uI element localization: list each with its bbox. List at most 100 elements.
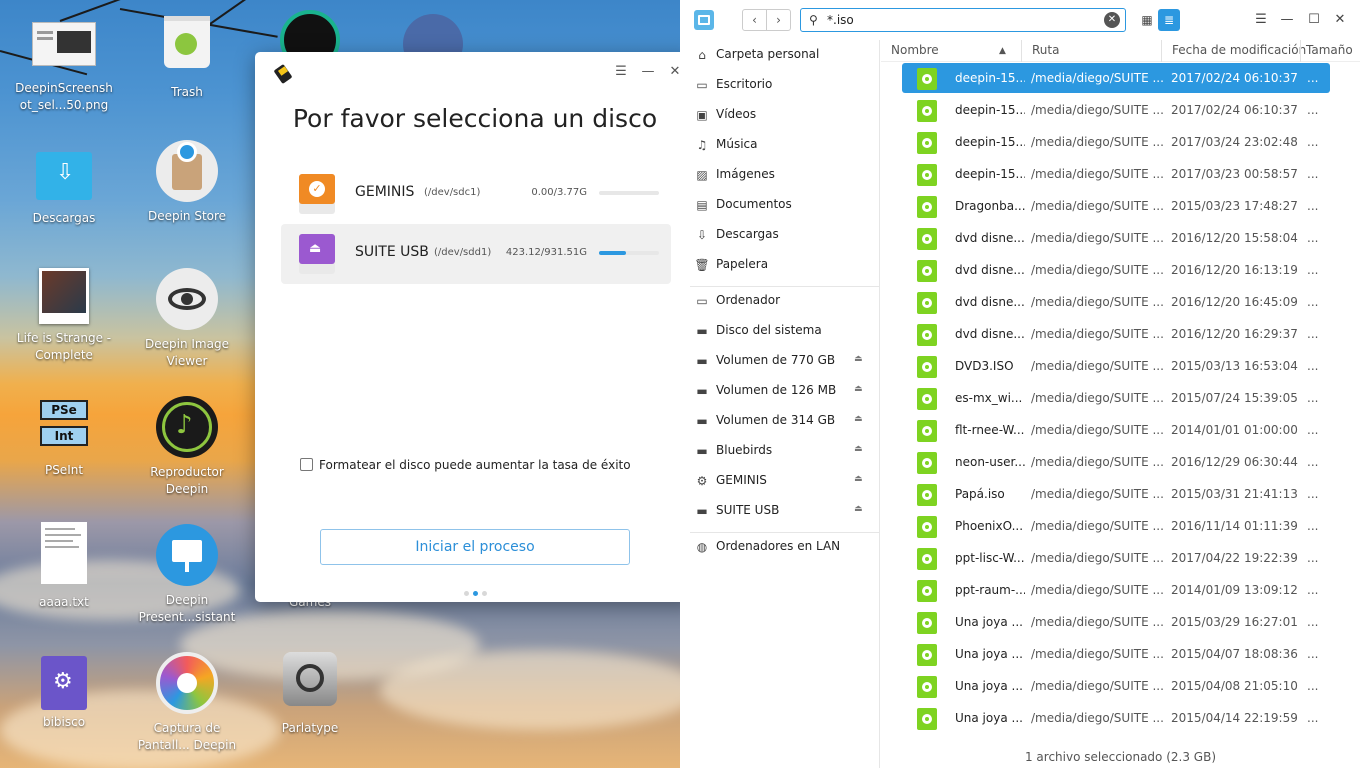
file-row[interactable]: deepin-15... /media/diego/SUITE ... 2017/0… bbox=[902, 63, 1330, 93]
desktop-icon-presentation-assistant[interactable]: Deepin Present...sistant bbox=[132, 524, 242, 626]
minimize-button[interactable]: — bbox=[1278, 11, 1296, 29]
file-row[interactable]: dvd disne... /media/diego/SUITE ... 2016/1… bbox=[902, 319, 1330, 349]
desktop-icon-pseint[interactable]: PSe Int PSeInt bbox=[9, 398, 119, 479]
sidebar-item-label: GEMINIS bbox=[716, 473, 767, 487]
clear-search-icon[interactable]: ✕ bbox=[1104, 12, 1120, 28]
forward-button[interactable]: › bbox=[766, 9, 791, 31]
eject-icon[interactable]: ⏏ bbox=[854, 444, 863, 454]
sidebar-item[interactable]: ▬ Volumen de 314 GB ⏏ bbox=[680, 406, 880, 436]
eject-icon[interactable]: ⏏ bbox=[854, 474, 863, 484]
column-size[interactable]: Tamaño bbox=[1306, 43, 1353, 57]
back-button[interactable]: ‹ bbox=[742, 9, 767, 31]
sidebar-item[interactable]: ▤ Documentos bbox=[680, 190, 880, 220]
eject-icon[interactable]: ⏏ bbox=[854, 504, 863, 514]
iso-file-icon bbox=[917, 196, 937, 218]
column-path[interactable]: Ruta bbox=[1032, 43, 1059, 57]
desktop-icon-image-viewer[interactable]: Deepin Image Viewer bbox=[132, 268, 242, 370]
file-row[interactable]: es-mx_wi... /media/diego/SUITE ... 2015/07… bbox=[902, 383, 1330, 413]
file-row[interactable]: Una joya ... /media/diego/SUITE ... 2015/0… bbox=[902, 607, 1330, 637]
file-row[interactable]: PhoenixO... /media/diego/SUITE ... 2016/11… bbox=[902, 511, 1330, 541]
menu-button[interactable]: ☰ bbox=[1252, 11, 1270, 29]
disk-item-suite-usb[interactable]: ⏏ SUITE USB (/dev/sdd1) 423.12/931.51G bbox=[281, 224, 671, 284]
file-path: /media/diego/SUITE ... bbox=[1031, 711, 1164, 725]
desktop-icon-label: aaaa.txt bbox=[39, 595, 89, 609]
sidebar-item[interactable]: ▬ SUITE USB ⏏ bbox=[680, 496, 880, 526]
file-row[interactable]: Una joya ... /media/diego/SUITE ... 2015/0… bbox=[902, 671, 1330, 701]
file-modified: 2015/04/08 21:05:10 bbox=[1171, 679, 1298, 693]
format-checkbox[interactable] bbox=[300, 458, 313, 471]
list-view-button[interactable]: ≣ bbox=[1158, 9, 1180, 31]
desktop-icon-aaaa-txt[interactable]: aaaa.txt bbox=[9, 522, 119, 611]
file-row[interactable]: ppt-lisc-W... /media/diego/SUITE ... 2017/… bbox=[902, 543, 1330, 573]
file-size: ... bbox=[1307, 167, 1319, 181]
file-row[interactable]: deepin-15... /media/diego/SUITE ... 2017/0… bbox=[902, 159, 1330, 189]
sidebar-item[interactable]: ▬ Volumen de 126 MB ⏏ bbox=[680, 376, 880, 406]
sidebar-item[interactable]: ▬ Disco del sistema bbox=[680, 316, 880, 346]
file-size: ... bbox=[1307, 263, 1319, 277]
desktop-icon-screenshot[interactable]: DeepinScreensh ot_sel...50.png bbox=[9, 16, 119, 114]
sidebar-item-label: Escritorio bbox=[716, 77, 773, 91]
eject-icon[interactable]: ⏏ bbox=[854, 384, 863, 394]
close-button[interactable]: ✕ bbox=[1331, 11, 1349, 29]
desktop-icon-music-player[interactable]: ♪ Reproductor Deepin bbox=[132, 396, 242, 498]
file-row[interactable]: dvd disne... /media/diego/SUITE ... 2016/1… bbox=[902, 287, 1330, 317]
desktop-icon-screen-capture[interactable]: Captura de Pantall... Deepin bbox=[132, 652, 242, 754]
home-icon: ⌂ bbox=[698, 48, 706, 62]
desktop-icon-life-is-strange[interactable]: Life is Strange - Complete bbox=[9, 268, 119, 364]
column-modified[interactable]: Fecha de modificación bbox=[1172, 43, 1306, 57]
sidebar-item[interactable]: 🗑 Papelera bbox=[680, 250, 880, 280]
start-process-button[interactable]: Iniciar el proceso bbox=[320, 529, 630, 565]
file-row[interactable]: DVD3.ISO/media/diego/SUITE ... 2015/03/13… bbox=[902, 351, 1330, 381]
desktop-icon-descargas[interactable]: ⇩ Descargas bbox=[9, 148, 119, 227]
sidebar-item[interactable]: ▨ Imágenes bbox=[680, 160, 880, 190]
search-input[interactable] bbox=[827, 12, 1097, 28]
menu-button[interactable]: ☰ bbox=[613, 64, 629, 80]
file-size: ... bbox=[1307, 71, 1319, 85]
column-divider[interactable] bbox=[1021, 40, 1022, 62]
desktop-icon-parlatype[interactable]: Parlatype bbox=[255, 652, 365, 737]
sidebar-item[interactable]: ⚙ GEMINIS ⏏ bbox=[680, 466, 880, 496]
icon-view-button[interactable]: ▦ bbox=[1136, 9, 1158, 31]
minimize-button[interactable]: — bbox=[640, 64, 656, 80]
column-name[interactable]: Nombre bbox=[891, 43, 939, 57]
desktop-icon-deepin-store[interactable]: Deepin Store bbox=[132, 140, 242, 225]
desktop-icon-bibisco[interactable]: ⚙ bibisco bbox=[9, 656, 119, 731]
file-row[interactable]: Dragonba... /media/diego/SUITE ... 2015/03… bbox=[902, 191, 1330, 221]
sidebar-item[interactable]: ⌂ Carpeta personal bbox=[680, 40, 880, 70]
eject-icon[interactable]: ⏏ bbox=[854, 414, 863, 424]
sidebar-item[interactable]: ⇩ Descargas bbox=[680, 220, 880, 250]
file-row[interactable]: deepin-15... /media/diego/SUITE ... 2017/0… bbox=[902, 95, 1330, 125]
sidebar-item[interactable]: ▭ Ordenador bbox=[680, 286, 880, 316]
file-row[interactable]: Papá.iso/media/diego/SUITE ... 2015/03/31… bbox=[902, 479, 1330, 509]
sidebar-item[interactable]: ▣ Vídeos bbox=[680, 100, 880, 130]
maximize-button[interactable]: ☐ bbox=[1305, 11, 1323, 29]
sidebar-item[interactable]: ◍ Ordenadores en LAN bbox=[680, 532, 880, 562]
file-name: deepin-15... bbox=[955, 71, 1025, 85]
computer-icon: ▭ bbox=[696, 294, 708, 308]
desktop-icon-trash[interactable]: Trash bbox=[132, 16, 242, 101]
screenshot-thumbnail-icon bbox=[32, 22, 96, 66]
eject-icon[interactable]: ⏏ bbox=[854, 354, 863, 364]
sidebar-item[interactable]: ▬ Bluebirds ⏏ bbox=[680, 436, 880, 466]
file-modified: 2017/03/23 00:58:57 bbox=[1171, 167, 1298, 181]
sidebar-item[interactable]: ♫ Música bbox=[680, 130, 880, 160]
file-row[interactable]: flt-rnee-W... /media/diego/SUITE ... 2014/… bbox=[902, 415, 1330, 445]
file-row[interactable]: neon-user... /media/diego/SUITE ... 2016/1… bbox=[902, 447, 1330, 477]
sort-ascending-icon[interactable]: ▲ bbox=[999, 46, 1006, 56]
format-option[interactable]: Formatear el disco puede aumentar la tas… bbox=[300, 458, 631, 472]
iso-file-icon bbox=[917, 100, 937, 122]
column-divider[interactable] bbox=[1300, 40, 1301, 62]
desktop-icon-label: Descargas bbox=[32, 211, 96, 225]
sidebar-item[interactable]: ▬ Volumen de 770 GB ⏏ bbox=[680, 346, 880, 376]
file-row[interactable]: Una joya ... /media/diego/SUITE ... 2015/0… bbox=[902, 639, 1330, 669]
file-row[interactable]: Una joya ... /media/diego/SUITE ... 2015/0… bbox=[902, 703, 1330, 733]
file-row[interactable]: deepin-15... /media/diego/SUITE ... 2017/0… bbox=[902, 127, 1330, 157]
file-size: ... bbox=[1307, 487, 1319, 501]
file-row[interactable]: dvd disne... /media/diego/SUITE ... 2016/1… bbox=[902, 255, 1330, 285]
file-row[interactable]: dvd disne... /media/diego/SUITE ... 2016/1… bbox=[902, 223, 1330, 253]
sidebar-item[interactable]: ▭ Escritorio bbox=[680, 70, 880, 100]
column-divider[interactable] bbox=[1161, 40, 1162, 62]
file-row[interactable]: ppt-raum-... /media/diego/SUITE ... 2014/0… bbox=[902, 575, 1330, 605]
disk-item-geminis[interactable]: ✓ GEMINIS (/dev/sdc1) 0.00/3.77G bbox=[281, 164, 671, 224]
search-box[interactable]: ⚲ ✕ bbox=[800, 8, 1126, 32]
